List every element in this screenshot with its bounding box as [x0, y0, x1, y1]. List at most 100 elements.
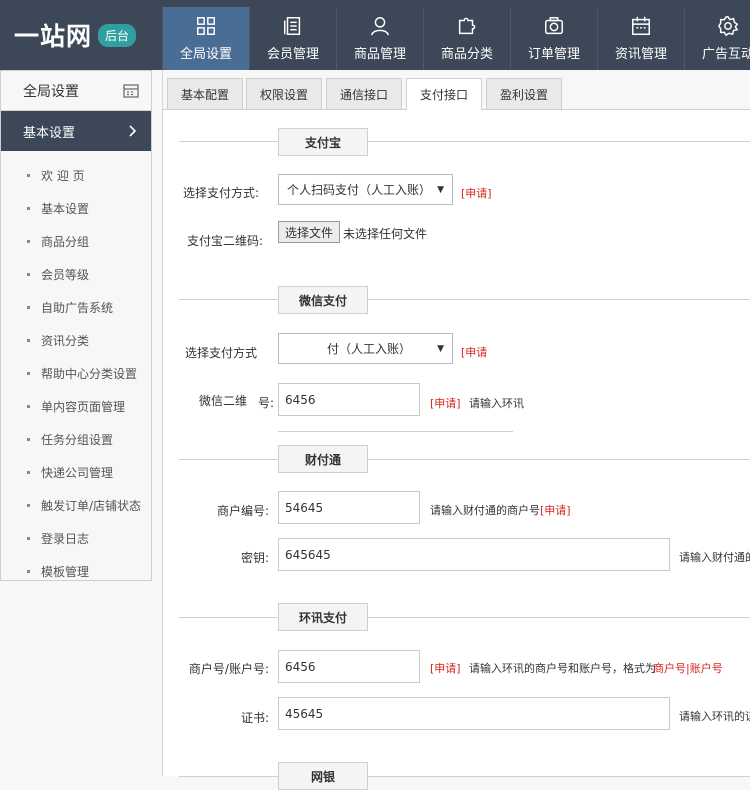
ips-merchant-input[interactable]: 6456	[278, 650, 420, 683]
nav-member-management[interactable]: 会员管理	[249, 7, 336, 70]
bullet-icon	[27, 273, 30, 276]
sidebar-item-member-levels[interactable]: 会员等级	[1, 258, 151, 291]
tab-communication[interactable]: 通信接口	[326, 78, 402, 110]
sidebar-item-label: 触发订单/店铺状态	[41, 499, 142, 513]
bullet-icon	[27, 372, 30, 375]
grid-icon	[197, 17, 215, 35]
bullet-icon	[27, 174, 30, 177]
section-title-ips: 环讯支付	[278, 603, 368, 631]
calendar-icon[interactable]	[123, 83, 139, 98]
section-title-wechat: 微信支付	[278, 286, 368, 314]
wechat-apply-link[interactable]: [申请	[461, 344, 487, 360]
nav-ad-interaction[interactable]: 广告互动	[684, 7, 750, 70]
tenpay-key-input[interactable]: 645645	[278, 538, 670, 571]
wechat-method-value: 付（人工入账）	[327, 342, 412, 356]
sidebar-item-label: 模板管理	[41, 565, 90, 579]
sidebar-menu: 欢 迎 页 基本设置 商品分组 会员等级 自助广告系统 资讯分类 帮助中心分类设…	[1, 151, 151, 588]
bullet-icon	[27, 405, 30, 408]
sidebar-item-label: 自助广告系统	[41, 301, 114, 315]
tab-permissions[interactable]: 权限设置	[246, 78, 322, 110]
ips-cert-hint: 请输入环讯的证	[679, 710, 750, 723]
section-title-tenpay: 财付通	[278, 445, 368, 473]
alipay-method-select[interactable]: 个人扫码支付（人工入账） ▼	[278, 174, 453, 205]
camera-icon	[545, 17, 563, 35]
sidebar-item-login-log[interactable]: 登录日志	[1, 522, 151, 555]
tab-profit[interactable]: 盈利设置	[486, 78, 562, 110]
sidebar-item-welcome[interactable]: 欢 迎 页	[1, 159, 151, 192]
nav-label: 广告互动	[701, 47, 750, 62]
tenpay-merchant-input[interactable]: 54645	[278, 491, 420, 524]
main-nav: 全局设置 会员管理 商品管理 商品分类 订单管理 资讯管理 广告互动	[162, 7, 750, 70]
main-content: 基本配置 权限设置 通信接口 支付接口 盈利设置 支付宝 选择支付方式: 个人扫…	[162, 70, 750, 790]
tenpay-key-label: 密钥:	[240, 551, 269, 565]
tab-basic-config[interactable]: 基本配置	[167, 78, 243, 110]
tenpay-key-hint: 请输入财付通的	[679, 551, 750, 564]
section-divider	[179, 459, 750, 460]
bullet-icon	[27, 306, 30, 309]
section-divider	[179, 141, 750, 142]
section-divider	[179, 776, 750, 777]
sidebar-item-single-pages[interactable]: 单内容页面管理	[1, 390, 151, 423]
sidebar-item-courier-companies[interactable]: 快递公司管理	[1, 456, 151, 489]
sidebar-item-label: 登录日志	[41, 532, 90, 546]
alipay-file-status: 未选择任何文件	[343, 227, 428, 241]
chevron-right-icon	[129, 125, 137, 137]
section-divider	[179, 617, 750, 618]
nav-order-management[interactable]: 订单管理	[510, 7, 597, 70]
sidebar-item-label: 帮助中心分类设置	[41, 367, 138, 381]
bullet-icon	[27, 339, 30, 342]
ips-cert-input[interactable]: 45645	[278, 697, 670, 730]
section-divider	[278, 431, 513, 432]
wechat-method-select[interactable]: 付（人工入账） ▼	[278, 333, 453, 364]
nav-news-management[interactable]: 资讯管理	[597, 7, 684, 70]
sidebar-item-help-center-categories[interactable]: 帮助中心分类设置	[1, 357, 151, 390]
top-navigation-bar: 一站网 后台 全局设置 会员管理 商品管理 商品分类 订单管理 资讯管理 广告互…	[0, 0, 750, 70]
alipay-qr-file-button[interactable]: 选择文件	[278, 221, 341, 243]
sidebar-item-label: 单内容页面管理	[41, 400, 126, 414]
nav-global-settings[interactable]: 全局设置	[162, 7, 249, 70]
sidebar-item-label: 欢 迎 页	[41, 169, 85, 183]
tenpay-merchant-hint: 请输入财付通的商户号	[430, 504, 540, 517]
section-divider	[179, 299, 750, 300]
wechat-apply-link-2[interactable]: [申请]	[430, 395, 461, 411]
sidebar-item-basic-settings[interactable]: 基本设置	[1, 192, 151, 225]
tab-payment[interactable]: 支付接口	[406, 78, 482, 111]
wechat-qr-input[interactable]: 6456	[278, 383, 420, 416]
sidebar-item-label: 快递公司管理	[41, 466, 114, 480]
logo-badge: 后台	[98, 23, 137, 47]
alipay-method-label: 选择支付方式:	[183, 186, 260, 200]
tenpay-merchant-label: 商户编号:	[216, 504, 269, 518]
sidebar-section-basic-settings[interactable]: 基本设置	[1, 111, 151, 151]
nav-label: 会员管理	[266, 47, 319, 62]
bullet-icon	[27, 471, 30, 474]
puzzle-icon	[458, 17, 476, 35]
alipay-apply-link[interactable]: [申请]	[461, 185, 492, 201]
sidebar-item-label: 会员等级	[41, 268, 90, 282]
nav-label: 全局设置	[179, 47, 232, 62]
sidebar-item-self-service-ads[interactable]: 自助广告系统	[1, 291, 151, 324]
sidebar-item-news-categories[interactable]: 资讯分类	[1, 324, 151, 357]
sidebar-header: 全局设置	[1, 71, 151, 111]
sidebar-item-order-shop-status[interactable]: 触发订单/店铺状态	[1, 489, 151, 522]
ips-apply-link[interactable]: [申请]	[430, 660, 461, 676]
sidebar-item-label: 任务分组设置	[41, 433, 114, 447]
wechat-hint: 请输入环讯	[469, 397, 524, 410]
ips-merchant-label: 商户号/账户号:	[188, 662, 269, 676]
dropdown-arrow-icon: ▼	[437, 184, 444, 195]
sidebar-item-templates[interactable]: 模板管理	[1, 555, 151, 588]
bullet-icon	[27, 570, 30, 573]
wechat-method-label: 选择支付方式	[185, 346, 258, 360]
bullet-icon	[27, 438, 30, 441]
tenpay-apply-link[interactable]: [申请]	[540, 502, 571, 518]
nav-product-category[interactable]: 商品分类	[423, 7, 510, 70]
sidebar-item-product-groups[interactable]: 商品分组	[1, 225, 151, 258]
bullet-icon	[27, 207, 30, 210]
logo[interactable]: 一站网 后台	[0, 0, 162, 70]
sidebar-item-task-groups[interactable]: 任务分组设置	[1, 423, 151, 456]
sidebar: 全局设置 基本设置 欢 迎 页 基本设置 商品分组 会员等级 自助广告系统 资讯…	[0, 70, 152, 581]
nav-product-management[interactable]: 商品管理	[336, 7, 423, 70]
section-title-alipay: 支付宝	[278, 128, 368, 156]
wechat-qr-label: 微信二维	[199, 394, 248, 408]
alipay-method-value: 个人扫码支付（人工入账）	[287, 183, 432, 197]
sidebar-item-label: 商品分组	[41, 235, 90, 249]
